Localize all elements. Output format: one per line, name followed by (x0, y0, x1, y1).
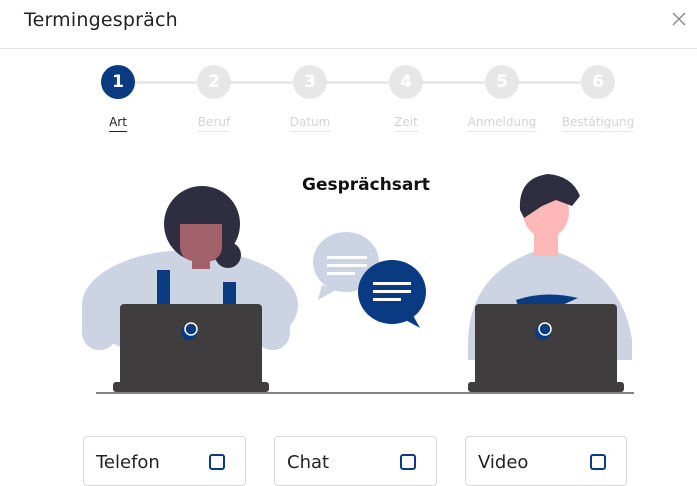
conversation-illustration (82, 174, 634, 394)
option-video-label: Video (478, 452, 529, 473)
laptop-left (113, 304, 269, 392)
option-telefon-checkbox[interactable] (209, 454, 225, 470)
chat-bubbles (313, 232, 426, 328)
laptop-right (468, 304, 624, 392)
option-video-checkbox[interactable] (590, 454, 606, 470)
option-chat-checkbox[interactable] (400, 454, 416, 470)
option-telefon-label: Telefon (96, 452, 160, 473)
option-chat-label: Chat (287, 452, 330, 473)
